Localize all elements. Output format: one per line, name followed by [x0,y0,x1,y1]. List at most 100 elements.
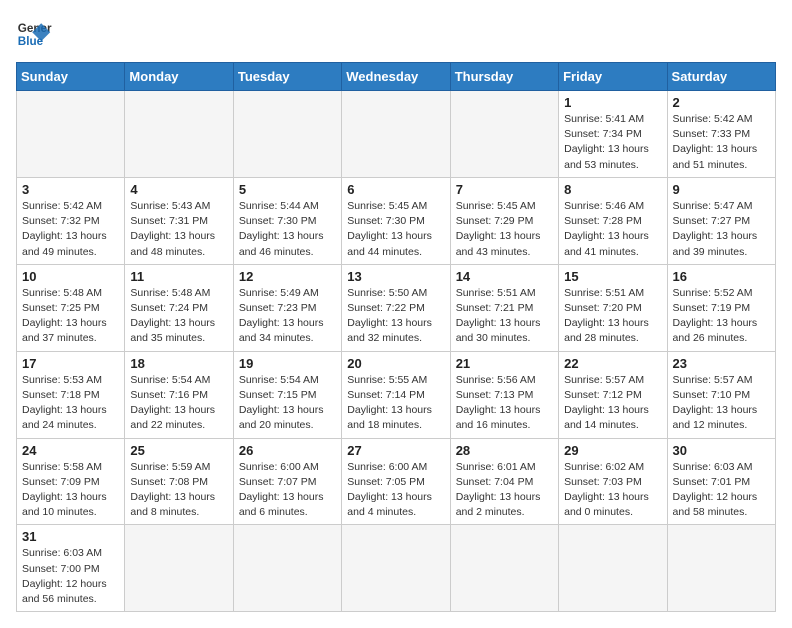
calendar-week-3: 10Sunrise: 5:48 AM Sunset: 7:25 PM Dayli… [17,264,776,351]
calendar-cell: 22Sunrise: 5:57 AM Sunset: 7:12 PM Dayli… [559,351,667,438]
calendar-cell: 30 Sunrise: 6:03 AM Sunset: 7:01 PM Dayli… [667,438,775,525]
day-number: 19 [239,356,336,371]
calendar-cell: 27 Sunrise: 6:00 AM Sunset: 7:05 PM Dayli… [342,438,450,525]
day-number: 28 [456,443,553,458]
calendar-week-5: 24Sunrise: 5:58 AM Sunset: 7:09 PM Dayli… [17,438,776,525]
calendar-cell [450,91,558,178]
day-number: 6 [347,182,444,197]
day-number: 24 [22,443,119,458]
calendar-cell [17,91,125,178]
calendar-cell: 19 Sunrise: 5:54 AM Sunset: 7:15 PM Dayli… [233,351,341,438]
calendar-cell: 8Sunrise: 5:46 AM Sunset: 7:28 PM Daylig… [559,177,667,264]
calendar-cell: 21 Sunrise: 5:56 AM Sunset: 7:13 PM Dayli… [450,351,558,438]
weekday-header-row: SundayMondayTuesdayWednesdayThursdayFrid… [17,63,776,91]
day-info: Sunrise: 5:59 AM Sunset: 7:08 PM Dayligh… [130,460,227,521]
calendar-cell [667,525,775,612]
calendar-cell: 31 Sunrise: 6:03 AM Sunset: 7:00 PM Dayli… [17,525,125,612]
calendar-cell [233,91,341,178]
calendar-cell [125,91,233,178]
weekday-header-friday: Friday [559,63,667,91]
day-number: 9 [673,182,770,197]
day-info: Sunrise: 5:56 AM Sunset: 7:13 PM Dayligh… [456,373,553,434]
day-info: Sunrise: 5:53 AM Sunset: 7:18 PM Dayligh… [22,373,119,434]
calendar-cell: 29Sunrise: 6:02 AM Sunset: 7:03 PM Dayli… [559,438,667,525]
calendar-cell: 20 Sunrise: 5:55 AM Sunset: 7:14 PM Dayli… [342,351,450,438]
day-info: Sunrise: 5:43 AM Sunset: 7:31 PM Dayligh… [130,199,227,260]
calendar-week-6: 31 Sunrise: 6:03 AM Sunset: 7:00 PM Dayli… [17,525,776,612]
day-info: Sunrise: 5:57 AM Sunset: 7:12 PM Dayligh… [564,373,661,434]
calendar-cell: 28Sunrise: 6:01 AM Sunset: 7:04 PM Dayli… [450,438,558,525]
weekday-header-thursday: Thursday [450,63,558,91]
day-number: 27 [347,443,444,458]
day-info: Sunrise: 5:55 AM Sunset: 7:14 PM Dayligh… [347,373,444,434]
day-info: Sunrise: 5:42 AM Sunset: 7:33 PM Dayligh… [673,112,770,173]
day-number: 21 [456,356,553,371]
day-info: Sunrise: 6:03 AM Sunset: 7:00 PM Dayligh… [22,546,119,607]
day-info: Sunrise: 5:54 AM Sunset: 7:15 PM Dayligh… [239,373,336,434]
day-info: Sunrise: 5:42 AM Sunset: 7:32 PM Dayligh… [22,199,119,260]
calendar-cell: 2 Sunrise: 5:42 AM Sunset: 7:33 PM Daylig… [667,91,775,178]
day-number: 31 [22,529,119,544]
calendar-cell: 12 Sunrise: 5:49 AM Sunset: 7:23 PM Dayli… [233,264,341,351]
calendar-cell: 26 Sunrise: 6:00 AM Sunset: 7:07 PM Dayli… [233,438,341,525]
calendar-cell [125,525,233,612]
day-number: 18 [130,356,227,371]
calendar-week-1: 1 Sunrise: 5:41 AM Sunset: 7:34 PM Daylig… [17,91,776,178]
calendar-cell: 17Sunrise: 5:53 AM Sunset: 7:18 PM Dayli… [17,351,125,438]
calendar-cell: 25Sunrise: 5:59 AM Sunset: 7:08 PM Dayli… [125,438,233,525]
page-header: General Blue [16,16,776,52]
weekday-header-saturday: Saturday [667,63,775,91]
day-number: 30 [673,443,770,458]
calendar-cell [342,525,450,612]
calendar-cell: 9 Sunrise: 5:47 AM Sunset: 7:27 PM Daylig… [667,177,775,264]
day-info: Sunrise: 6:00 AM Sunset: 7:07 PM Dayligh… [239,460,336,521]
day-info: Sunrise: 5:46 AM Sunset: 7:28 PM Dayligh… [564,199,661,260]
day-info: Sunrise: 5:57 AM Sunset: 7:10 PM Dayligh… [673,373,770,434]
day-info: Sunrise: 5:47 AM Sunset: 7:27 PM Dayligh… [673,199,770,260]
calendar-cell: 6Sunrise: 5:45 AM Sunset: 7:30 PM Daylig… [342,177,450,264]
day-number: 13 [347,269,444,284]
weekday-header-sunday: Sunday [17,63,125,91]
day-info: Sunrise: 5:52 AM Sunset: 7:19 PM Dayligh… [673,286,770,347]
day-number: 12 [239,269,336,284]
day-info: Sunrise: 5:41 AM Sunset: 7:34 PM Dayligh… [564,112,661,173]
day-number: 11 [130,269,227,284]
calendar-cell: 4 Sunrise: 5:43 AM Sunset: 7:31 PM Daylig… [125,177,233,264]
day-info: Sunrise: 5:44 AM Sunset: 7:30 PM Dayligh… [239,199,336,260]
calendar-cell: 10Sunrise: 5:48 AM Sunset: 7:25 PM Dayli… [17,264,125,351]
day-number: 15 [564,269,661,284]
calendar-cell: 1 Sunrise: 5:41 AM Sunset: 7:34 PM Daylig… [559,91,667,178]
day-number: 4 [130,182,227,197]
calendar-cell: 13Sunrise: 5:50 AM Sunset: 7:22 PM Dayli… [342,264,450,351]
day-number: 1 [564,95,661,110]
calendar-cell [342,91,450,178]
day-number: 10 [22,269,119,284]
calendar-cell: 11 Sunrise: 5:48 AM Sunset: 7:24 PM Dayli… [125,264,233,351]
weekday-header-tuesday: Tuesday [233,63,341,91]
calendar-cell: 16 Sunrise: 5:52 AM Sunset: 7:19 PM Dayli… [667,264,775,351]
calendar-cell: 15Sunrise: 5:51 AM Sunset: 7:20 PM Dayli… [559,264,667,351]
day-info: Sunrise: 5:45 AM Sunset: 7:29 PM Dayligh… [456,199,553,260]
day-info: Sunrise: 6:03 AM Sunset: 7:01 PM Dayligh… [673,460,770,521]
calendar-cell: 24Sunrise: 5:58 AM Sunset: 7:09 PM Dayli… [17,438,125,525]
calendar-week-2: 3Sunrise: 5:42 AM Sunset: 7:32 PM Daylig… [17,177,776,264]
calendar-cell: 14Sunrise: 5:51 AM Sunset: 7:21 PM Dayli… [450,264,558,351]
calendar-week-4: 17Sunrise: 5:53 AM Sunset: 7:18 PM Dayli… [17,351,776,438]
calendar-cell: 7Sunrise: 5:45 AM Sunset: 7:29 PM Daylig… [450,177,558,264]
weekday-header-wednesday: Wednesday [342,63,450,91]
logo-icon: General Blue [16,16,52,52]
day-info: Sunrise: 5:54 AM Sunset: 7:16 PM Dayligh… [130,373,227,434]
day-info: Sunrise: 5:49 AM Sunset: 7:23 PM Dayligh… [239,286,336,347]
logo: General Blue [16,16,52,52]
day-number: 26 [239,443,336,458]
calendar-cell: 23Sunrise: 5:57 AM Sunset: 7:10 PM Dayli… [667,351,775,438]
calendar-cell [450,525,558,612]
day-number: 2 [673,95,770,110]
day-info: Sunrise: 6:00 AM Sunset: 7:05 PM Dayligh… [347,460,444,521]
day-number: 14 [456,269,553,284]
day-number: 16 [673,269,770,284]
day-number: 20 [347,356,444,371]
day-info: Sunrise: 5:48 AM Sunset: 7:24 PM Dayligh… [130,286,227,347]
calendar-cell: 5Sunrise: 5:44 AM Sunset: 7:30 PM Daylig… [233,177,341,264]
day-info: Sunrise: 6:02 AM Sunset: 7:03 PM Dayligh… [564,460,661,521]
